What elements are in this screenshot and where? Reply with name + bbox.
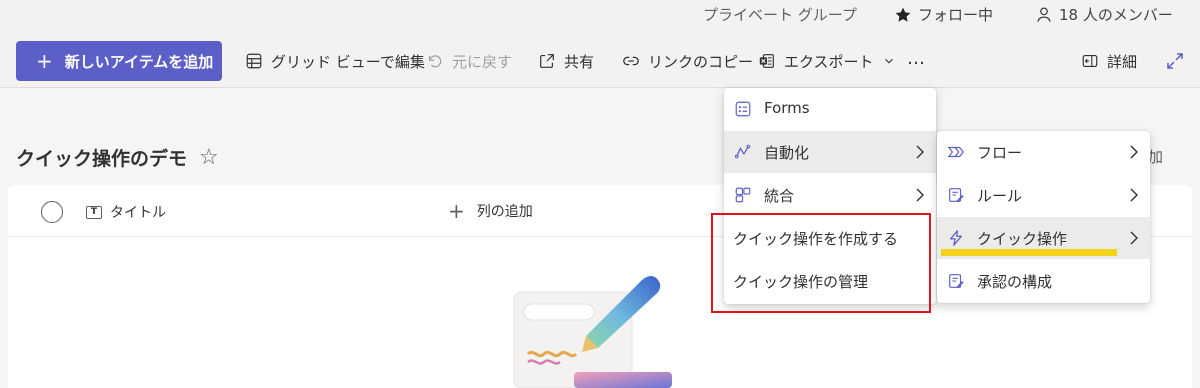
person-icon — [1037, 7, 1051, 22]
chevron-right-icon — [1130, 188, 1138, 202]
add-column-label: 列の追加 — [476, 204, 533, 220]
follow-button[interactable]: フォロー中 — [894, 4, 993, 25]
undo-label: 元に戻す — [452, 52, 513, 71]
page-title-text: クイック操作のデモ — [16, 148, 188, 170]
menu-item-automate-label: 自動化 — [764, 144, 810, 162]
flow-icon — [947, 146, 964, 158]
export-label: エクスポート — [784, 52, 874, 71]
excel-icon — [759, 54, 774, 68]
members-label: 18 人のメンバー — [1059, 6, 1173, 24]
more-label: … — [907, 47, 925, 69]
plus-icon: + — [448, 199, 465, 223]
chevron-right-icon — [1130, 145, 1138, 159]
undo-icon — [428, 55, 442, 68]
share-label: 共有 — [564, 52, 595, 71]
members-button[interactable]: 18 人のメンバー — [1035, 4, 1173, 25]
share-icon — [540, 54, 554, 68]
expand-icon — [1167, 53, 1183, 69]
plus-icon: + — [36, 49, 53, 73]
submenu-item-approval-config[interactable]: 承認の構成 — [937, 260, 1150, 302]
privacy-label: プライベート グループ — [703, 4, 857, 25]
chevron-right-icon — [1130, 231, 1138, 245]
details-label: 詳細 — [1107, 52, 1138, 71]
annotation-highlight-underline — [941, 249, 1117, 256]
integrate-icon — [735, 187, 751, 203]
grid-edit-label: グリッド ビューで編集 — [271, 52, 425, 71]
column-title-label: タイトル — [110, 205, 166, 221]
submenu-item-flow[interactable]: フロー — [937, 131, 1150, 173]
menu-item-forms[interactable]: Forms — [724, 88, 936, 130]
add-column-button[interactable]: + 列の追加 — [448, 201, 533, 221]
copy-link-label: リンクのコピー — [648, 52, 754, 71]
column-header-title[interactable]: T タイトル — [86, 202, 166, 222]
privacy-text: プライベート グループ — [703, 6, 857, 24]
new-item-label: 新しいアイテムを追加 — [64, 52, 214, 71]
rule-icon — [949, 188, 964, 202]
grid-icon — [246, 53, 262, 69]
menu-item-forms-label: Forms — [764, 99, 810, 117]
page-title: クイック操作のデモ ☆ — [16, 144, 219, 171]
new-item-button[interactable]: + 新しいアイテムを追加 — [16, 41, 222, 81]
forms-icon — [735, 101, 751, 117]
copy-link-button[interactable]: リンクのコピー — [622, 50, 753, 72]
add-text-fragment: 加 — [1148, 148, 1164, 166]
grid-edit-button[interactable]: グリッド ビューで編集 — [245, 50, 425, 72]
bolt-icon — [949, 230, 963, 246]
site-header: プライベート グループ フォロー中 18 人のメンバー — [0, 0, 1200, 36]
link-icon — [623, 56, 639, 66]
submenu-item-rule-label: ルール — [977, 187, 1023, 205]
text-column-icon: T — [86, 205, 102, 219]
expand-button[interactable] — [1165, 50, 1185, 72]
submenu-item-flow-label: フロー — [977, 144, 1023, 162]
approval-icon — [949, 274, 964, 288]
more-button[interactable]: … — [907, 47, 925, 69]
details-pane-icon — [1082, 55, 1098, 67]
details-button[interactable]: 詳細 — [1081, 50, 1137, 72]
follow-label: フォロー中 — [918, 6, 994, 24]
empty-list-illustration — [513, 276, 672, 388]
submenu-item-approval-config-label: 承認の構成 — [977, 273, 1053, 291]
chevron-right-icon — [916, 188, 924, 202]
automate-submenu: フロー ルール クイック操作 承認の構成 — [937, 131, 1150, 303]
menu-item-integrate-label: 統合 — [764, 187, 795, 205]
menu-item-automate[interactable]: 自動化 — [724, 131, 936, 173]
export-button[interactable]: エクスポート — [758, 50, 896, 72]
undo-button[interactable]: 元に戻す — [426, 50, 512, 72]
chevron-down-icon — [884, 58, 893, 64]
submenu-item-quick-action-label: クイック操作 — [977, 230, 1068, 248]
automate-icon — [734, 144, 751, 159]
menu-item-integrate[interactable]: 統合 — [724, 174, 936, 216]
favorite-star-icon[interactable]: ☆ — [199, 145, 219, 170]
chevron-right-icon — [916, 145, 924, 159]
submenu-item-rule[interactable]: ルール — [937, 174, 1150, 216]
select-all-checkbox[interactable] — [41, 201, 63, 223]
command-bar: + 新しいアイテムを追加 グリッド ビューで編集 元に戻す 共有 リンクのコピー… — [0, 36, 1200, 88]
share-button[interactable]: 共有 — [538, 50, 594, 72]
star-filled-icon — [895, 7, 911, 22]
annotation-red-box — [711, 213, 931, 313]
